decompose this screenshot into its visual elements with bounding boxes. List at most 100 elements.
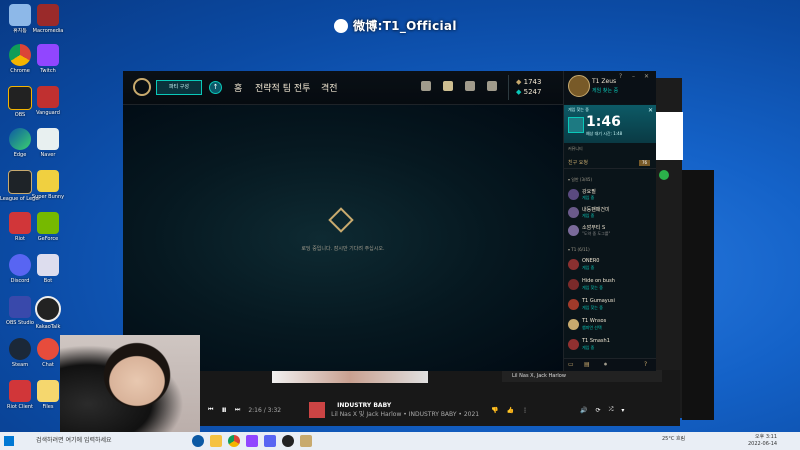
shuffle-icon[interactable]: ⤮	[609, 406, 614, 414]
list-item[interactable]: ONER0 게임 중	[568, 257, 656, 273]
obs-icon[interactable]	[282, 435, 294, 447]
party-button[interactable]: 파티 구성	[156, 80, 202, 95]
social-footer: ▭ ▤ ⏺ ?	[564, 358, 656, 371]
queue-title: 게임 찾는 중	[568, 107, 589, 112]
desktop-icon-macromedia[interactable]: Macromedia	[28, 4, 68, 34]
weather-text[interactable]: 25°C 흐림	[662, 436, 685, 442]
youtube-music-player: Lil Nas X, Jack Harlow ⏮ ⏸ ⏭ 2:16 / 3:32…	[200, 370, 680, 426]
profile-name: T1 Zeus	[592, 78, 617, 85]
previous-icon[interactable]: ⏮	[208, 406, 213, 414]
social-panel: T1 Zeus 게임 찾는 중 ? – ✕ 게임 찾는 중 1:46 예상 대기…	[563, 71, 656, 371]
taskbar-apps	[192, 435, 312, 447]
help-icon[interactable]: ?	[619, 73, 622, 80]
avatar	[568, 279, 579, 290]
avatar	[568, 299, 579, 310]
avatar	[568, 319, 579, 330]
volume-icon[interactable]: 🔊	[580, 407, 587, 414]
chrome-icon[interactable]	[228, 435, 240, 447]
list-item[interactable]: T1 Smash1 게임 중	[568, 337, 656, 353]
like-icon[interactable]: 👍	[507, 407, 514, 414]
twitch-icon[interactable]	[246, 435, 258, 447]
loot-icon[interactable]	[487, 81, 497, 91]
minimize-icon[interactable]: –	[632, 73, 635, 80]
more-icon[interactable]: ⋮	[522, 407, 528, 414]
dislike-icon[interactable]: 👎	[491, 407, 498, 414]
expand-icon[interactable]: ▾	[621, 407, 624, 414]
profile-icon[interactable]	[421, 81, 431, 91]
divider	[508, 75, 509, 100]
chat-icon	[37, 338, 59, 360]
friend-requests[interactable]: 친구 요청 76	[564, 158, 656, 169]
blue-essence: ◆ 1743	[516, 78, 542, 86]
discord-icon[interactable]	[264, 435, 276, 447]
vanguard-icon	[37, 86, 59, 108]
list-item[interactable]: 소깜무티 S "도약 중 도그를"	[568, 223, 656, 239]
folder-icon	[37, 380, 59, 402]
loading-area: 로딩 중입니다. 잠시만 기다려 주십시오.	[123, 105, 563, 371]
player-controls: ⏮ ⏸ ⏭ 2:16 / 3:32 INDUSTRY BABY Lil Nas …	[200, 398, 680, 422]
list-item[interactable]: 내등팬패건미 게임 중	[568, 205, 656, 221]
group-header-t1[interactable]: ▾ T1 (6/11)	[568, 247, 590, 252]
song-title: INDUSTRY BABY	[337, 402, 392, 409]
group-header-general[interactable]: ▾ 일반 (3/45)	[568, 177, 592, 183]
queue-timer: 1:46	[586, 114, 621, 130]
queue-icon	[568, 117, 584, 133]
repeat-icon[interactable]: ⟳	[596, 407, 601, 414]
blue-essence-icon: ◆	[516, 78, 522, 86]
taskbar-search[interactable]: 검색하려면 여기에 입력하세요	[22, 434, 186, 448]
windows-start-icon[interactable]	[4, 436, 14, 446]
queue-estimate: 예상 대기 시간: 1:48	[586, 131, 623, 136]
taskbar: 검색하려면 여기에 입력하세요 25°C 흐림 오후 3:11 2022-06-…	[0, 432, 800, 450]
profile-header: T1 Zeus 게임 찾는 중 ? – ✕	[564, 71, 656, 104]
list-item[interactable]: T1 Gumayusi 게임 찾는 중	[568, 297, 656, 313]
profile-status: 게임 찾는 중	[592, 88, 619, 94]
queue-item[interactable]: Lil Nas X, Jack Harlow	[502, 370, 662, 382]
social-tabs[interactable]: 커뮤니티	[564, 144, 656, 154]
league-of-legends-icon[interactable]	[300, 435, 312, 447]
list-item[interactable]: T1 Wnsos 챔피언 선택	[568, 317, 656, 333]
list-item[interactable]: 강요필 게임 중	[568, 187, 656, 203]
list-item[interactable]: Hide on bush 게임 찾는 중	[568, 277, 656, 293]
twitch-icon	[37, 44, 59, 66]
collection-icon[interactable]	[465, 81, 475, 91]
status-dot	[659, 170, 669, 180]
weibo-watermark: 微博:T1_Official	[334, 17, 457, 34]
close-icon[interactable]: ✕	[644, 73, 649, 80]
riot-points-icon: ◆	[516, 88, 522, 96]
desktop-icon-superbunny[interactable]: Super Bunny	[28, 170, 68, 200]
app-icon	[37, 4, 59, 26]
desktop-icon-bot[interactable]: Bot	[28, 254, 68, 284]
next-icon[interactable]: ⏭	[235, 406, 240, 414]
store-icon[interactable]	[443, 81, 453, 91]
desktop-icon-geforce[interactable]: GeForce	[28, 212, 68, 242]
folder-icon[interactable]	[210, 435, 222, 447]
riot-points: ◆ 5247	[516, 88, 542, 96]
chat-icon[interactable]: ▭	[568, 361, 574, 368]
edge-icon[interactable]	[192, 435, 204, 447]
lol-client-window: 파티 구성 ↑ 홈 전략적 팀 전투 격전 ◆ 1743 ◆ 5247 상점 로…	[123, 71, 656, 371]
help-icon[interactable]: ?	[644, 361, 647, 368]
desktop-icon-vanguard[interactable]: Vanguard	[28, 86, 68, 116]
avatar	[568, 339, 579, 350]
lol-logo-icon[interactable]	[133, 78, 151, 96]
time-display: 2:16 / 3:32	[248, 406, 282, 414]
clipboard-icon[interactable]: ▤	[584, 361, 590, 368]
avatar	[568, 259, 579, 270]
nav-home[interactable]: 홈	[234, 81, 242, 94]
system-tray: 25°C 흐림	[662, 435, 685, 442]
arrow-up-icon[interactable]: ↑	[209, 81, 222, 94]
loading-text: 로딩 중입니다. 잠시만 기다려 주십시오.	[301, 246, 385, 252]
video-thumbnail	[272, 370, 428, 383]
clock[interactable]: 오후 3:11 2022-06-14	[748, 434, 777, 448]
mic-icon[interactable]: ⏺	[604, 361, 607, 369]
pause-icon[interactable]: ⏸	[221, 403, 227, 417]
desktop-icon-naver[interactable]: Naver	[28, 128, 68, 158]
nav-tft[interactable]: 전략적 팀 전투	[255, 81, 310, 94]
nav-clash[interactable]: 격전	[321, 81, 338, 94]
currency-display: ◆ 1743 ◆ 5247	[516, 78, 541, 98]
queue-notice: 게임 찾는 중 1:46 예상 대기 시간: 1:48 ✕	[564, 105, 656, 143]
desktop-icon-obs-studio[interactable]: KakaoTalk	[28, 296, 68, 330]
close-icon[interactable]: ✕	[648, 107, 653, 114]
avatar[interactable]	[568, 75, 590, 97]
desktop-icon-twitch[interactable]: Twitch	[28, 44, 68, 74]
